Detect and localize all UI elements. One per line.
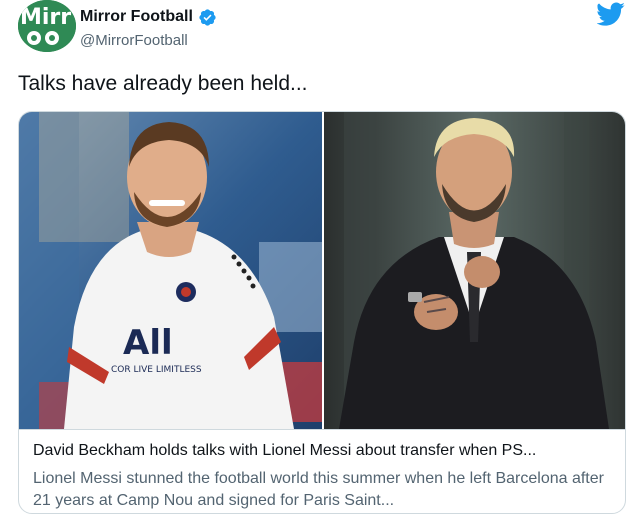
card-image-right[interactable] <box>324 112 625 429</box>
avatar[interactable]: Mirr <box>18 0 76 52</box>
card-body[interactable]: David Beckham holds talks with Lionel Me… <box>19 429 625 513</box>
tweet-header: Mirr Mirror Football @MirrorFootball <box>0 0 640 58</box>
twitter-bird-icon[interactable] <box>597 2 625 26</box>
avatar-logo-icon: Mirr <box>18 0 76 52</box>
svg-text:Mirr: Mirr <box>20 5 71 30</box>
display-name-row: Mirror Football <box>80 6 217 28</box>
messi-photo: All COR LIVE LIMITLESS <box>19 112 322 429</box>
handle[interactable]: @MirrorFootball <box>80 32 217 49</box>
card-title[interactable]: David Beckham holds talks with Lionel Me… <box>33 442 613 460</box>
tweet-text: Talks have already been held... <box>18 72 308 95</box>
display-name[interactable]: Mirror Football <box>80 8 193 26</box>
verified-badge-icon <box>199 8 216 26</box>
card-description: Lionel Messi stunned the football world … <box>33 470 604 509</box>
beckham-photo <box>324 112 625 429</box>
account-names: Mirror Football @MirrorFootball <box>80 6 217 49</box>
shirt-sponsor-sub: COR LIVE LIMITLESS <box>111 365 202 375</box>
card-image-left[interactable]: All COR LIVE LIMITLESS <box>19 112 322 429</box>
link-card[interactable]: All COR LIVE LIMITLESS David Beckham hol… <box>18 111 626 514</box>
card-media[interactable]: All COR LIVE LIMITLESS <box>19 112 625 429</box>
shirt-sponsor: All <box>123 323 173 363</box>
